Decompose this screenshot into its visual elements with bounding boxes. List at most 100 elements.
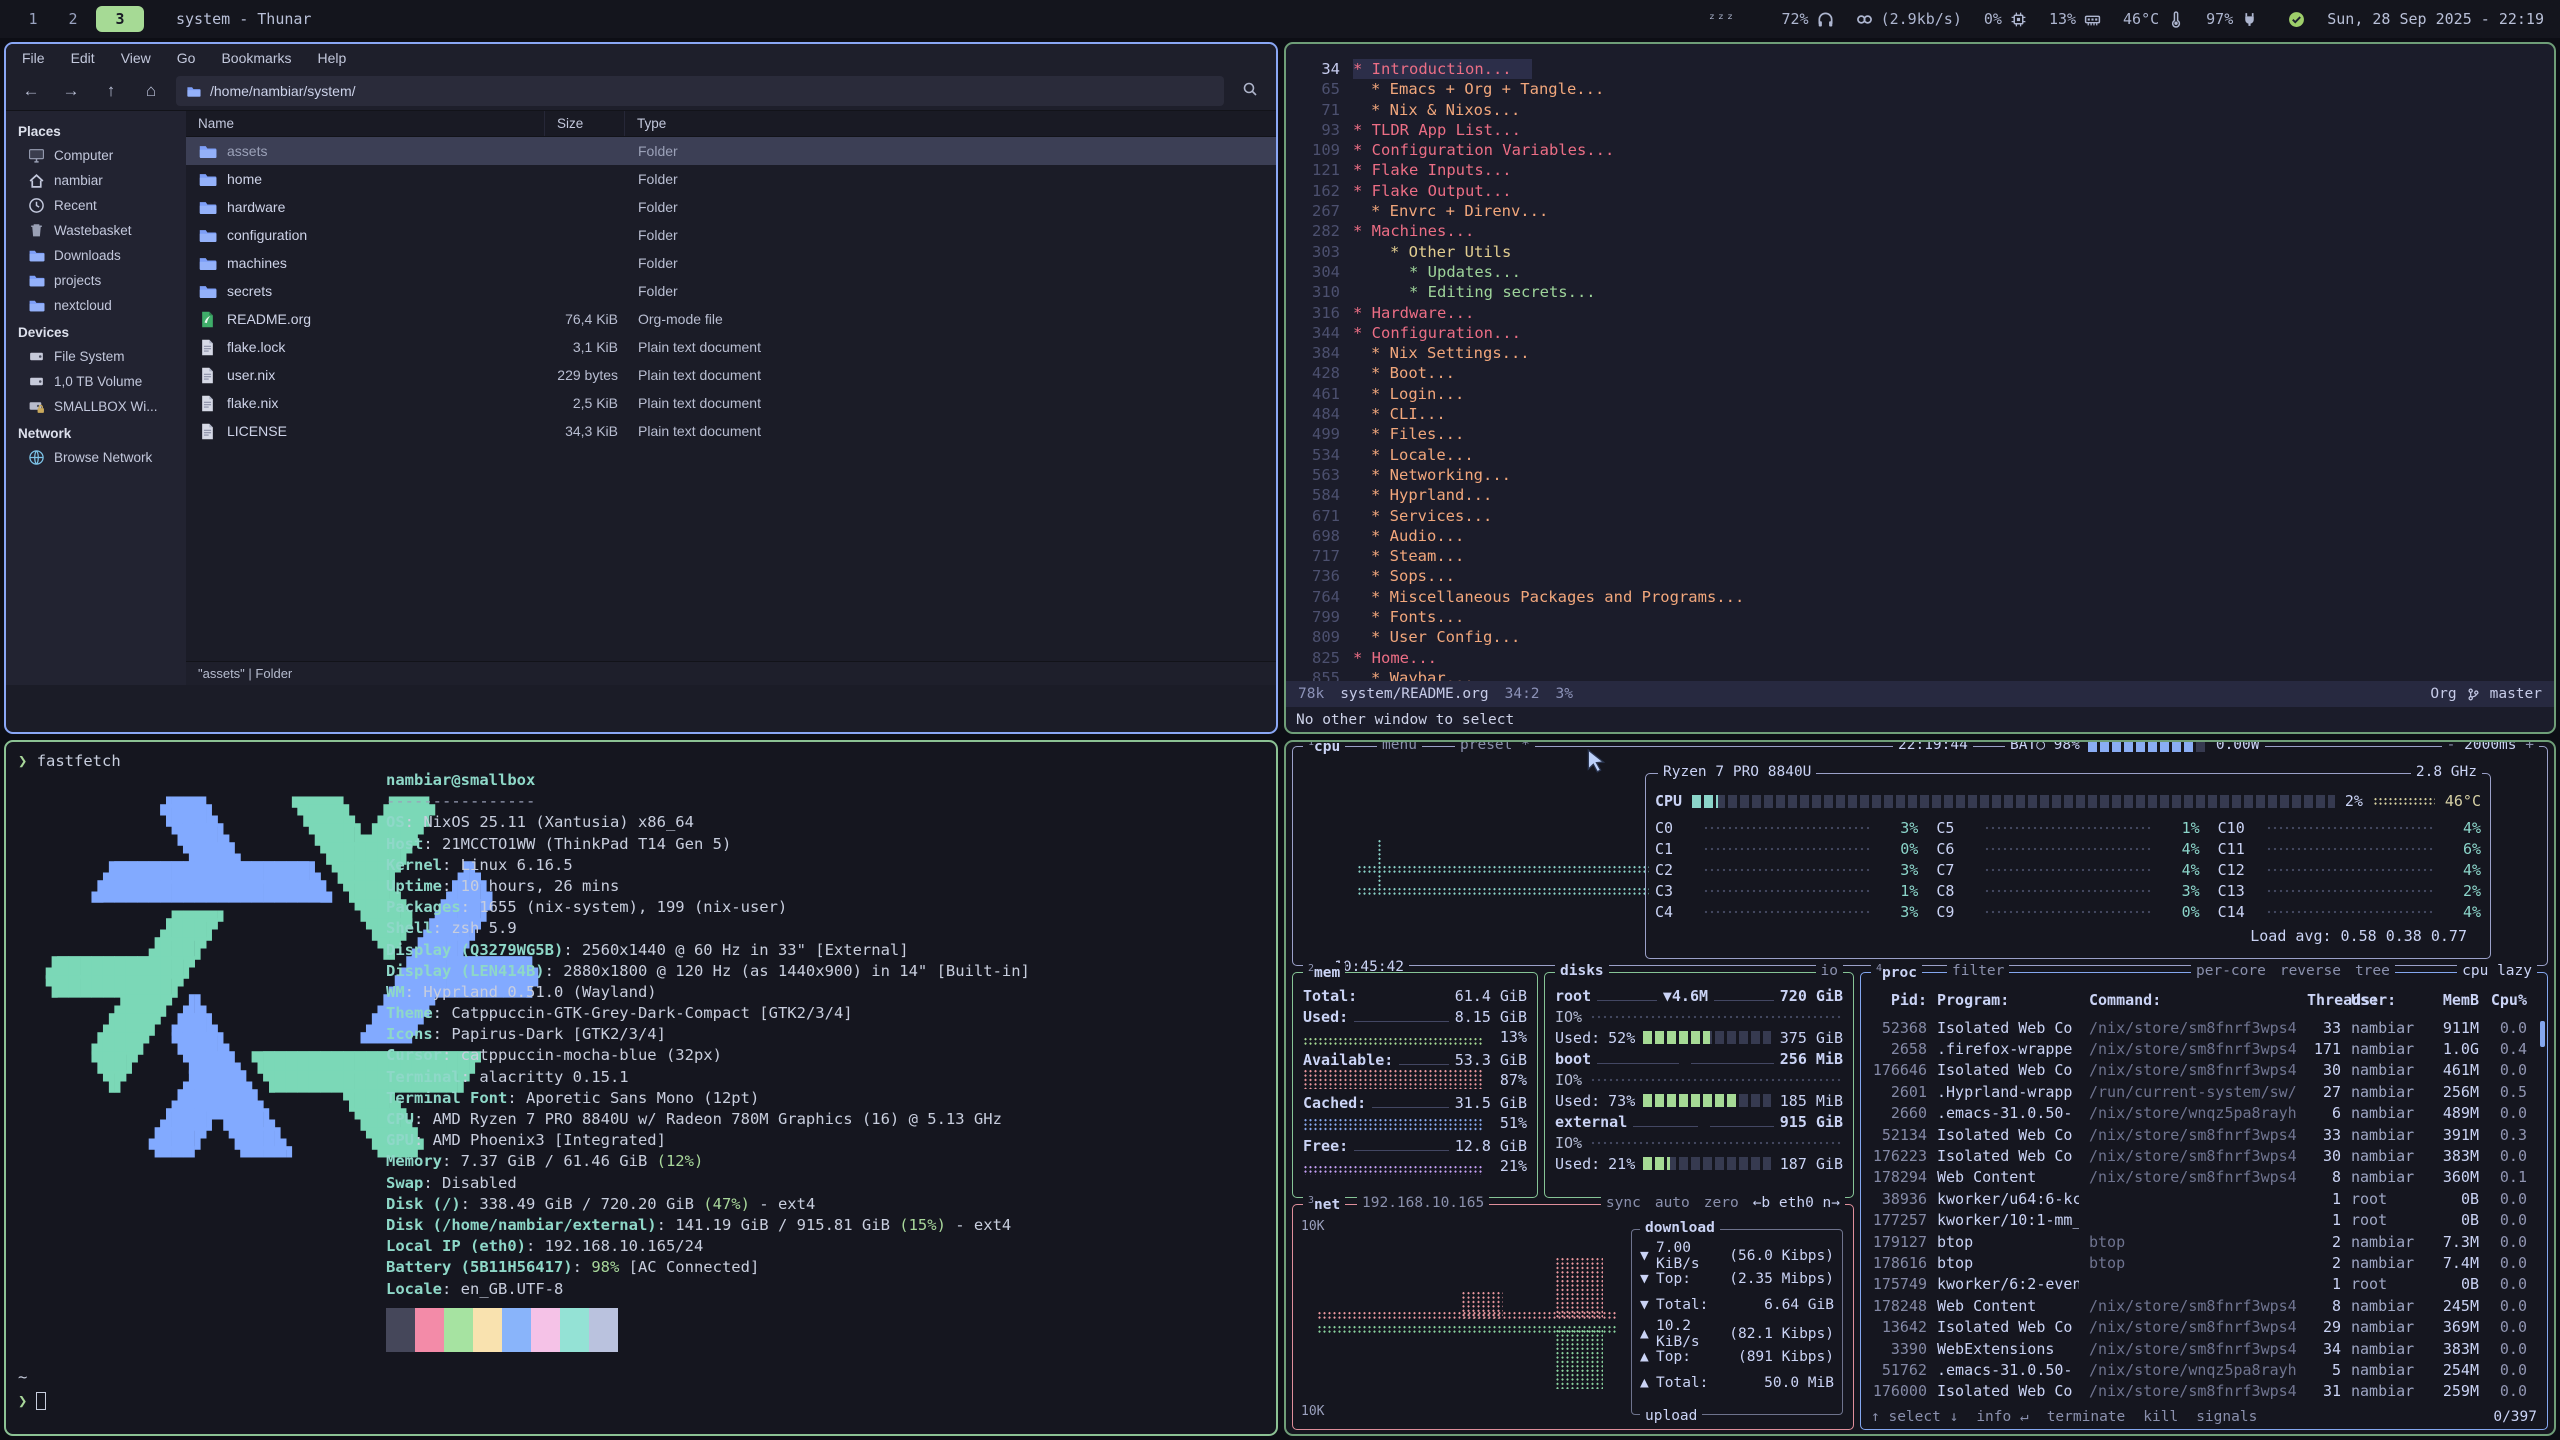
- sidebar-item[interactable]: projects: [6, 268, 186, 293]
- org-heading-line[interactable]: 121 * Flake Inputs...: [1300, 160, 2554, 180]
- org-heading-line[interactable]: 428 * Boot...: [1300, 363, 2554, 383]
- process-row[interactable]: 177257 kworker/10:1-mm_ 1 root 0B 0.0: [1861, 1210, 2547, 1231]
- column-pid[interactable]: Pid:: [1871, 991, 1927, 1009]
- tab-per-core[interactable]: per-core: [2196, 963, 2266, 979]
- key-hint[interactable]: info ↵: [1976, 1409, 2028, 1425]
- tab-disks[interactable]: disks: [1560, 963, 1604, 979]
- menu-item[interactable]: View: [121, 50, 151, 66]
- org-heading-line[interactable]: 304 * Updates...: [1300, 262, 2554, 282]
- file-row[interactable]: configuration Folder: [186, 221, 1276, 249]
- org-heading-line[interactable]: 310 * Editing secrets...: [1300, 282, 2554, 302]
- org-heading-line[interactable]: 764 * Miscellaneous Packages and Program…: [1300, 587, 2554, 607]
- org-heading-line[interactable]: 93 * TLDR App List...: [1300, 120, 2554, 140]
- org-heading-line[interactable]: 71 * Nix & Nixos...: [1300, 100, 2554, 120]
- home-button[interactable]: ⌂: [136, 77, 166, 105]
- org-heading-line[interactable]: 34 * Introduction...: [1300, 59, 2554, 79]
- org-heading-line[interactable]: 799 * Fonts...: [1300, 607, 2554, 627]
- file-row[interactable]: home Folder: [186, 165, 1276, 193]
- org-heading-line[interactable]: 563 * Networking...: [1300, 465, 2554, 485]
- org-heading-line[interactable]: 316 * Hardware...: [1300, 303, 2554, 323]
- key-hint[interactable]: kill: [2143, 1409, 2178, 1425]
- key-hint[interactable]: ↑ select ↓: [1871, 1409, 1958, 1425]
- up-button[interactable]: ↑: [96, 77, 126, 105]
- column-program[interactable]: Program:: [1937, 991, 2079, 1009]
- sidebar-device[interactable]: File System: [6, 344, 186, 369]
- menu-item[interactable]: Go: [177, 50, 196, 66]
- file-row[interactable]: assets Folder: [186, 137, 1276, 165]
- process-row[interactable]: 176223 Isolated Web Co /nix/store/sm8fnr…: [1861, 1145, 2547, 1166]
- tab-filter[interactable]: filter: [1947, 963, 2009, 979]
- tab-preset[interactable]: preset *: [1455, 740, 1535, 753]
- file-row[interactable]: hardware Folder: [186, 193, 1276, 221]
- menu-item[interactable]: Help: [318, 50, 347, 66]
- sidebar-item[interactable]: nambiar: [6, 168, 186, 193]
- file-row[interactable]: LICENSE 34,3 KiB Plain text document: [186, 417, 1276, 445]
- process-row[interactable]: 179127 btop btop 2 nambiar 7.3M 0.0: [1861, 1231, 2547, 1252]
- process-row[interactable]: 178294 Web Content /nix/store/sm8fnrf3wp…: [1861, 1167, 2547, 1188]
- sidebar-device[interactable]: SMALLBOX Wi...: [6, 394, 186, 419]
- interval-minus-button[interactable]: -: [2447, 740, 2456, 753]
- org-heading-line[interactable]: 584 * Hyprland...: [1300, 485, 2554, 505]
- column-cpu[interactable]: Cpu%: [2489, 991, 2527, 1009]
- process-row[interactable]: 2658 .firefox-wrappe /nix/store/sm8fnrf3…: [1861, 1038, 2547, 1059]
- org-heading-line[interactable]: 267 * Envrc + Direnv...: [1300, 201, 2554, 221]
- sidebar-item[interactable]: Recent: [6, 193, 186, 218]
- process-row[interactable]: 2660 .emacs-31.0.50- /nix/store/wnqz5pa8…: [1861, 1103, 2547, 1124]
- back-button[interactable]: ←: [16, 77, 46, 105]
- org-heading-line[interactable]: 461 * Login...: [1300, 384, 2554, 404]
- org-heading-line[interactable]: 717 * Steam...: [1300, 546, 2554, 566]
- column-threads[interactable]: Threads:: [2307, 991, 2341, 1009]
- sidebar-item[interactable]: Computer: [6, 143, 186, 168]
- org-heading-line[interactable]: 303 * Other Utils: [1300, 242, 2554, 262]
- org-heading-line[interactable]: 65 * Emacs + Org + Tangle...: [1300, 79, 2554, 99]
- file-row[interactable]: user.nix 229 bytes Plain text document: [186, 361, 1276, 389]
- column-header[interactable]: Size: [544, 111, 624, 136]
- tab-net[interactable]: 3net: [1303, 1195, 1345, 1213]
- process-row[interactable]: 175749 kworker/6:2-even 1 root 0B 0.0: [1861, 1274, 2547, 1295]
- org-heading-line[interactable]: 499 * Files...: [1300, 424, 2554, 444]
- menu-item[interactable]: Edit: [71, 50, 95, 66]
- org-heading-line[interactable]: 809 * User Config...: [1300, 627, 2554, 647]
- workspace-button[interactable]: 2: [56, 6, 90, 32]
- tab-sync[interactable]: sync: [1606, 1195, 1641, 1211]
- sidebar-device[interactable]: 1,0 TB Volume: [6, 369, 186, 394]
- tab-menu[interactable]: menu: [1377, 740, 1422, 753]
- org-heading-line[interactable]: 671 * Services...: [1300, 506, 2554, 526]
- process-row[interactable]: 176646 Isolated Web Co /nix/store/sm8fnr…: [1861, 1060, 2547, 1081]
- org-heading-line[interactable]: 698 * Audio...: [1300, 526, 2554, 546]
- column-mem[interactable]: MemB: [2433, 991, 2479, 1009]
- column-header[interactable]: Type: [624, 111, 1276, 136]
- tab-tree[interactable]: tree: [2355, 963, 2390, 979]
- tab-mem[interactable]: 2mem: [1303, 963, 1345, 981]
- sidebar-item[interactable]: Downloads: [6, 243, 186, 268]
- tab-zero[interactable]: zero: [1704, 1195, 1739, 1211]
- file-row[interactable]: machines Folder: [186, 249, 1276, 277]
- process-scrollbar[interactable]: [2540, 1021, 2545, 1047]
- file-row[interactable]: flake.lock 3,1 KiB Plain text document: [186, 333, 1276, 361]
- process-row[interactable]: 38936 kworker/u64:6-kc 1 root 0B 0.0: [1861, 1188, 2547, 1209]
- tab-io[interactable]: io: [1816, 963, 1843, 979]
- process-row[interactable]: 52368 Isolated Web Co /nix/store/sm8fnrf…: [1861, 1017, 2547, 1038]
- org-heading-line[interactable]: 344 * Configuration...: [1300, 323, 2554, 343]
- tab-reverse[interactable]: reverse: [2280, 963, 2341, 979]
- process-row[interactable]: 178616 btop btop 2 nambiar 7.4M 0.0: [1861, 1252, 2547, 1273]
- workspace-button[interactable]: 1: [16, 6, 50, 32]
- workspace-button[interactable]: 3: [96, 6, 144, 32]
- org-buffer[interactable]: 34 * Introduction... 65 * Emacs + Org + …: [1286, 44, 2554, 683]
- file-row[interactable]: secrets Folder: [186, 277, 1276, 305]
- org-heading-line[interactable]: 825 * Home...: [1300, 648, 2554, 668]
- search-button[interactable]: [1234, 77, 1266, 105]
- key-hint[interactable]: signals: [2196, 1409, 2257, 1425]
- process-row[interactable]: 3390 WebExtensions /nix/store/sm8fnrf3wp…: [1861, 1338, 2547, 1359]
- sort-selector[interactable]: cpu lazy: [2457, 963, 2537, 979]
- org-heading-line[interactable]: 484 * CLI...: [1300, 404, 2554, 424]
- process-row[interactable]: 13642 Isolated Web Co /nix/store/sm8fnrf…: [1861, 1316, 2547, 1337]
- file-row[interactable]: flake.nix 2,5 KiB Plain text document: [186, 389, 1276, 417]
- org-heading-line[interactable]: 736 * Sops...: [1300, 566, 2554, 586]
- tab-auto[interactable]: auto: [1655, 1195, 1690, 1211]
- column-header[interactable]: Name: [186, 111, 544, 136]
- file-row[interactable]: README.org 76,4 KiB Org-mode file: [186, 305, 1276, 333]
- tab-cpu[interactable]: 1cpu: [1303, 740, 1345, 755]
- column-command[interactable]: Command:: [2089, 991, 2297, 1009]
- process-row[interactable]: 176000 Isolated Web Co /nix/store/sm8fnr…: [1861, 1381, 2547, 1402]
